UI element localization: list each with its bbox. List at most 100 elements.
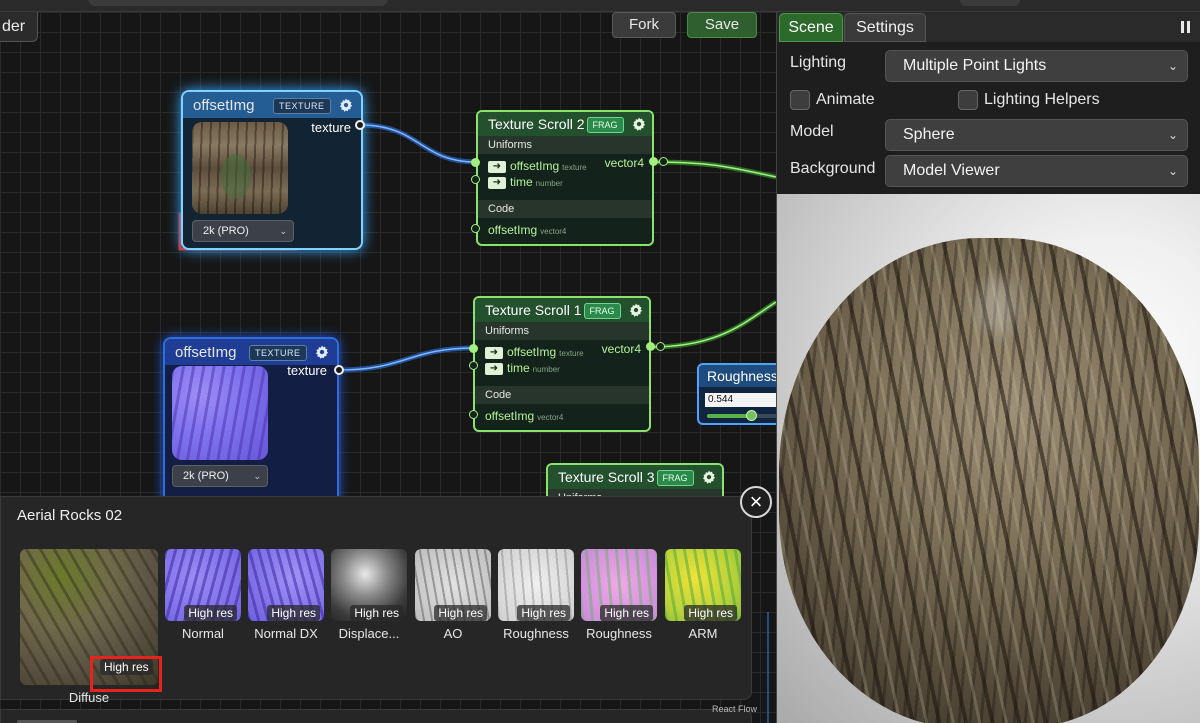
editor-tab[interactable]: der: [0, 12, 39, 42]
high-res-badge: High res: [600, 605, 653, 621]
wire-offsetimg-1: [359, 122, 477, 165]
shader-node-header[interactable]: Texture Scroll 3 FRAG: [548, 465, 722, 489]
highlight-box-high-res: [90, 656, 162, 692]
chevron-down-icon: ⌄: [253, 471, 261, 481]
high-res-badge: High res: [184, 605, 237, 621]
input-port[interactable]: [471, 175, 480, 184]
vector4-output-label: vector4: [604, 156, 644, 170]
scene-tabs: Scene Settings: [777, 12, 1200, 42]
lighting-select[interactable]: Multiple Point Lights ⌄: [885, 50, 1188, 82]
model-select[interactable]: Sphere ⌄: [885, 119, 1188, 151]
checkbox-box[interactable]: [790, 90, 810, 110]
roughness-node[interactable]: Roughness 0.544: [697, 363, 776, 425]
top-bar: [0, 0, 1200, 12]
roughness-slider-handle[interactable]: [745, 410, 757, 421]
texture-node-header[interactable]: offsetImg TEXTURE: [165, 339, 337, 365]
texture-node-1[interactable]: offsetImg TEXTURE texture 2k (PRO) ⌄: [181, 90, 363, 250]
wire-vector4-1: [649, 299, 776, 350]
map-tile-roughness-alt[interactable]: High res Roughness: [581, 549, 657, 641]
roughness-slider-fill: [707, 414, 751, 418]
map-tile-roughness[interactable]: High res Roughness: [498, 549, 574, 641]
lighting-label: Lighting: [790, 54, 847, 71]
close-icon[interactable]: ×: [740, 486, 772, 518]
texture-output-label: texture: [311, 120, 351, 135]
react-flow-attribution[interactable]: React Flow: [712, 704, 757, 714]
high-res-badge: High res: [434, 605, 487, 621]
input-port[interactable]: [469, 344, 478, 353]
map-label: Normal DX: [254, 626, 318, 641]
top-pill[interactable]: [88, 0, 388, 6]
chevron-down-icon: ⌄: [1167, 128, 1178, 142]
vector4-output-port[interactable]: [649, 157, 658, 166]
high-res-badge: High res: [267, 605, 320, 621]
top-pill-right[interactable]: [960, 0, 1020, 6]
input-port[interactable]: [471, 158, 480, 167]
code-input-row[interactable]: offsetImg vector4: [478, 222, 652, 238]
animate-checkbox[interactable]: Animate: [790, 90, 875, 110]
map-tile-arm[interactable]: High res ARM: [665, 549, 741, 641]
uniforms-section: Uniforms: [478, 136, 652, 154]
model-viewer[interactable]: [777, 194, 1200, 723]
vector4-output-port[interactable]: [646, 342, 655, 351]
code-input-port[interactable]: [469, 410, 478, 419]
high-res-badge: High res: [684, 605, 737, 621]
chevron-down-icon: ⌄: [279, 226, 287, 236]
texture-node-2[interactable]: offsetImg TEXTURE texture 2k (PRO) ⌄: [163, 337, 339, 507]
texture-node-header[interactable]: offsetImg TEXTURE: [183, 92, 361, 118]
gear-icon[interactable]: [632, 117, 646, 131]
map-tile-normal[interactable]: High res Normal: [165, 549, 241, 641]
shader-node-header[interactable]: Texture Scroll 2 FRAG: [478, 112, 652, 136]
code-section: Code: [478, 200, 652, 218]
background-select[interactable]: Model Viewer ⌄: [885, 155, 1188, 187]
uniform-row[interactable]: ➜ time number: [478, 174, 652, 190]
next-asset-panel: [0, 709, 752, 723]
model-highlight: [977, 276, 1017, 336]
wire-vector4-2: [652, 159, 776, 180]
tab-settings[interactable]: Settings: [844, 13, 926, 42]
chevron-down-icon: ⌄: [1167, 59, 1178, 73]
vector4-output-label: vector4: [601, 342, 641, 356]
gear-icon[interactable]: [315, 345, 329, 359]
uniforms-section: Uniforms: [475, 322, 649, 340]
shader-node-texture-scroll-2[interactable]: Texture Scroll 2 FRAG Uniforms ➜ offsetIm…: [476, 110, 654, 246]
map-tile-displacement[interactable]: High res Displace...: [331, 549, 407, 641]
shader-node-title: Texture Scroll 3: [558, 469, 655, 485]
gear-icon[interactable]: [629, 303, 643, 317]
code-input-row[interactable]: offsetImg vector4: [475, 408, 649, 424]
model-label: Model: [790, 123, 834, 140]
scene-panel: Scene Settings Lighting Multiple Point L…: [776, 12, 1200, 723]
tab-scene[interactable]: Scene: [779, 13, 843, 42]
gear-icon[interactable]: [339, 98, 353, 112]
roughness-slider[interactable]: [707, 410, 776, 421]
pause-icon[interactable]: [1181, 21, 1191, 33]
texture-output-port[interactable]: [355, 120, 365, 130]
node-editor-canvas[interactable]: der Fork Save offsetImg TEXTURE texture …: [0, 12, 776, 723]
input-port[interactable]: [469, 361, 478, 370]
lighting-helpers-checkbox[interactable]: Lighting Helpers: [958, 90, 1100, 110]
checkbox-box[interactable]: [958, 90, 978, 110]
map-tile-normal-dx[interactable]: High res Normal DX: [248, 549, 324, 641]
roughness-value-input[interactable]: 0.544: [705, 393, 776, 407]
vector4-output-port-2[interactable]: [656, 342, 665, 351]
shader-node-texture-scroll-1[interactable]: Texture Scroll 1 FRAG Uniforms ➜ offsetIm…: [473, 296, 651, 432]
arrow-right-icon: ➜: [488, 176, 506, 189]
uniform-row[interactable]: ➜ time number: [475, 360, 649, 376]
save-button[interactable]: Save: [687, 12, 757, 38]
shader-node-header[interactable]: Texture Scroll 1 FRAG: [475, 298, 649, 322]
arrow-right-icon: ➜: [485, 346, 503, 359]
frag-badge: FRAG: [586, 117, 624, 133]
map-label: ARM: [688, 626, 718, 641]
resolution-select[interactable]: 2k (PRO) ⌄: [172, 465, 268, 487]
resolution-select[interactable]: 2k (PRO) ⌄: [192, 220, 294, 242]
texture-output-port[interactable]: [334, 365, 344, 375]
texture-node-title: offsetImg: [175, 343, 237, 361]
map-label: Diffuse: [68, 690, 110, 705]
frag-badge: FRAG: [583, 303, 621, 319]
gear-icon[interactable]: [702, 470, 716, 484]
vector4-output-port-2[interactable]: [659, 157, 668, 166]
code-section: Code: [475, 386, 649, 404]
high-res-badge: High res: [517, 605, 570, 621]
map-tile-ao[interactable]: High res AO: [415, 549, 491, 641]
fork-button[interactable]: Fork: [612, 12, 676, 38]
code-input-port[interactable]: [471, 224, 480, 233]
